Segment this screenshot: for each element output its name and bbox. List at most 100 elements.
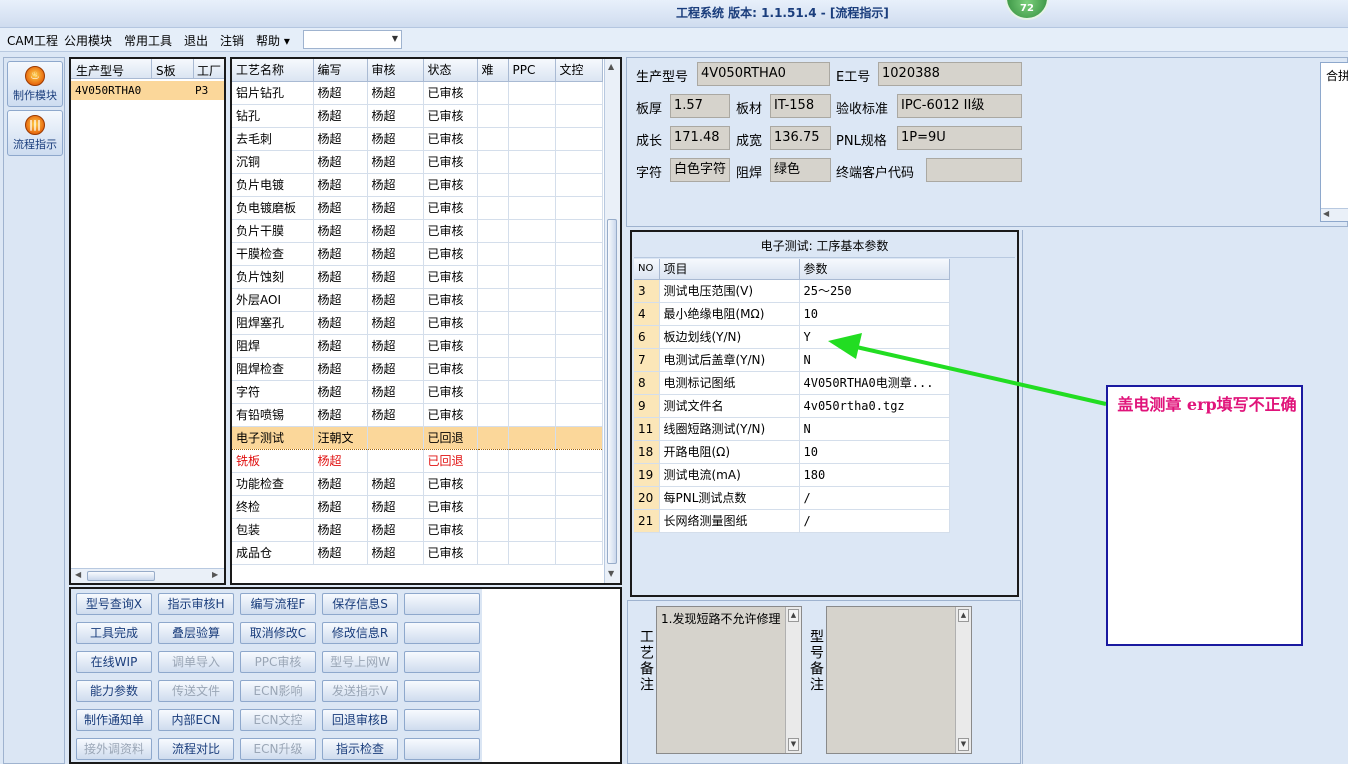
process-row[interactable]: 电子测试 汪朝文 已回退 [232,425,603,450]
arrow-right-icon[interactable]: ▶ [212,570,218,579]
action-button[interactable]: 编写流程F [240,593,316,615]
arrow-up-icon[interactable]: ▲ [958,609,969,622]
param-row[interactable]: 19 测试电流(mA) 180 [634,463,950,487]
scroll-thumb[interactable] [87,571,155,581]
customer-code-field[interactable] [926,158,1022,182]
col-difficulty[interactable]: 难 [477,59,509,82]
menu-help[interactable]: 帮助 ▾ [256,32,290,49]
col-writer[interactable]: 编写 [313,59,368,82]
param-row[interactable]: 18 开路电阻(Ω) 10 [634,440,950,464]
param-row[interactable]: 4 最小绝缘电阻(MΩ) 10 [634,302,950,326]
process-row[interactable]: 负电镀磨板 杨超 杨超 已审核 [232,196,603,220]
action-button[interactable]: 指示检查 [322,738,398,760]
col-item[interactable]: 项目 [659,259,800,280]
process-row[interactable]: 阻焊塞孔 杨超 杨超 已审核 [232,311,603,335]
param-row[interactable]: 6 板边划线(Y/N) Y [634,325,950,349]
param-row[interactable]: 8 电测标记图纸 4V050RTHA0电测章... [634,371,950,395]
menu-cam[interactable]: CAM工程 [7,32,58,49]
material-field[interactable]: IT-158 [770,94,831,118]
arrow-up-icon[interactable]: ▲ [788,609,799,622]
action-button[interactable]: 型号查询X [76,593,152,615]
process-row[interactable]: 去毛刺 杨超 杨超 已审核 [232,127,603,151]
col-factory[interactable]: 工厂 [197,62,221,79]
process-row[interactable]: 功能检查 杨超 杨超 已审核 [232,472,603,496]
solder-mask-field[interactable]: 绿色 [770,158,831,182]
col-no[interactable]: NO [634,259,660,280]
action-button[interactable]: 能力参数 [76,680,152,702]
action-button[interactable]: 传送文件 [158,680,234,702]
process-row[interactable]: 外层AOI 杨超 杨超 已审核 [232,288,603,312]
thickness-field[interactable]: 1.57 [670,94,730,118]
product-row[interactable]: 4V050RTHA0 P3 [71,81,224,100]
blank-button[interactable] [404,593,480,615]
process-row[interactable]: 阻焊 杨超 杨超 已审核 [232,334,603,358]
process-row[interactable]: 终检 杨超 杨超 已审核 [232,495,603,519]
process-remark-memo[interactable]: 1.发现短路不允许修理 ▲ ▼ [656,606,802,754]
param-row[interactable]: 21 长网络测量图纸 / [634,509,950,533]
length-field[interactable]: 171.48 [670,126,730,150]
action-button[interactable]: 流程对比 [158,738,234,760]
action-button[interactable]: 内部ECN [158,709,234,731]
action-button[interactable]: 叠层验算 [158,622,234,644]
nav-flow-button[interactable]: ||| 流程指示 [7,110,63,156]
blank-button[interactable] [404,738,480,760]
process-row[interactable]: 负片蚀刻 杨超 杨超 已审核 [232,265,603,289]
blank-button[interactable] [404,622,480,644]
process-row[interactable]: 负片电镀 杨超 杨超 已审核 [232,173,603,197]
menu-combo-box[interactable]: ▼ [303,30,402,49]
model-remark-memo[interactable]: ▲ ▼ [826,606,972,754]
menu-common-tools[interactable]: 常用工具 [124,32,172,49]
menu-exit[interactable]: 退出 [184,32,208,49]
param-row[interactable]: 7 电测试后盖章(Y/N) N [634,348,950,372]
process-row[interactable]: 包装 杨超 杨超 已审核 [232,518,603,542]
action-button[interactable]: 回退审核B [322,709,398,731]
param-row[interactable]: 3 测试电压范围(V) 25～250 [634,279,950,303]
process-row[interactable]: 负片干膜 杨超 杨超 已审核 [232,219,603,243]
action-button[interactable]: ECN文控 [240,709,316,731]
col-reviewer[interactable]: 审核 [367,59,424,82]
col-value[interactable]: 参数 [799,259,950,280]
action-button[interactable]: ECN升级 [240,738,316,760]
action-button[interactable]: 调单导入 [158,651,234,673]
blank-button[interactable] [404,709,480,731]
orb-badge[interactable]: 72 [1005,0,1049,20]
action-button[interactable]: 在线WIP [76,651,152,673]
arrow-left-icon[interactable]: ◀ [75,570,81,579]
process-row[interactable]: 干膜检查 杨超 杨超 已审核 [232,242,603,266]
memo-scrollbar[interactable]: ▲ ▼ [955,607,971,753]
menu-logout[interactable]: 注销 [220,32,244,49]
col-model[interactable]: 生产型号 [76,62,124,79]
process-row[interactable]: 阻焊检查 杨超 杨超 已审核 [232,357,603,381]
action-button[interactable]: ECN影响 [240,680,316,702]
menu-public-modules[interactable]: 公用模块 [64,32,112,49]
merge-list[interactable]: 合拼 ◀ [1320,62,1348,222]
col-doc-control[interactable]: 文控 [555,59,603,82]
param-row[interactable]: 11 线圈短路测试(Y/N) N [634,417,950,441]
width-field[interactable]: 136.75 [770,126,831,150]
arrow-down-icon[interactable]: ▼ [958,738,969,751]
action-button[interactable]: 接外调资料 [76,738,152,760]
action-button[interactable]: 指示审核H [158,593,234,615]
action-button[interactable]: 取消修改C [240,622,316,644]
process-row[interactable]: 钻孔 杨超 杨超 已审核 [232,104,603,128]
process-row[interactable]: 成品仓 杨超 杨超 已审核 [232,541,603,565]
col-status[interactable]: 状态 [423,59,478,82]
process-vscrollbar[interactable]: ▲ ▼ [604,59,620,583]
process-row[interactable]: 有铅喷锡 杨超 杨超 已审核 [232,403,603,427]
scroll-thumb[interactable] [607,219,617,564]
arrow-down-icon[interactable]: ▼ [788,738,799,751]
model-field[interactable]: 4V050RTHA0 [697,62,830,86]
pnl-field[interactable]: 1P=9U [897,126,1022,150]
action-button[interactable]: PPC审核 [240,651,316,673]
process-row[interactable]: 字符 杨超 杨超 已审核 [232,380,603,404]
product-hscrollbar[interactable]: ◀ ▶ [71,568,224,583]
param-row[interactable]: 9 测试文件名 4v050rtha0.tgz [634,394,950,418]
standard-field[interactable]: IPC-6012 II级 [897,94,1022,118]
blank-button[interactable] [404,680,480,702]
col-ppc[interactable]: PPC [508,59,556,82]
col-process-name[interactable]: 工艺名称 [232,59,314,82]
action-button[interactable]: 制作通知单 [76,709,152,731]
action-button[interactable]: 修改信息R [322,622,398,644]
character-field[interactable]: 白色字符 [670,158,730,182]
action-button[interactable]: 发送指示V [322,680,398,702]
